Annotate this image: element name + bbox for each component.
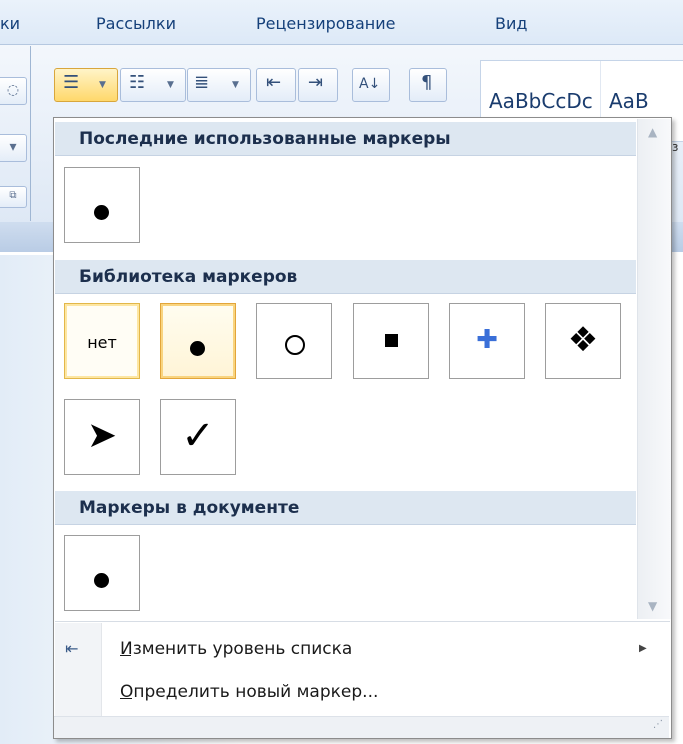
bullet-square-icon [385,334,398,347]
increase-indent-icon: ⇥ [308,72,324,93]
bullets-button[interactable]: ☰ ▼ [54,68,118,102]
multilevel-list-button[interactable]: ≣ ▼ [187,68,251,102]
none-label: нет [87,333,117,352]
scroll-up-icon[interactable]: ▲ [648,125,657,139]
numbering-button[interactable]: ☷ ▼ [120,68,186,102]
bullet-circle-icon [285,335,305,355]
resize-grip-icon[interactable]: ⋰ [653,719,663,730]
chevron-down-icon: ▼ [167,80,174,90]
bullet-none-option[interactable]: нет [64,303,140,379]
pilcrow-icon: ¶ [421,72,433,93]
bullet-diamonds-option[interactable]: ❖ [545,303,621,379]
decrease-indent-button[interactable]: ⇤ [256,68,296,102]
bullet-square-option[interactable] [353,303,429,379]
bullet-circle-option[interactable] [256,303,332,379]
document-bullet-dot[interactable] [64,535,140,611]
change-level-label: Изменить уровень списка [131,629,353,669]
bullet-arrow-icon: ➤ [86,415,118,456]
tab-mailings[interactable]: Рассылки [96,14,176,33]
resize-grip[interactable]: ⋰ [54,716,669,738]
style-partial-label: з [672,140,679,154]
tab-review[interactable]: Рецензирование [256,14,395,33]
bullet-check-option[interactable]: ✓ [160,399,236,475]
define-new-bullet-item[interactable]: О Определить новый маркер... [55,672,670,712]
define-new-accel: О [120,682,134,702]
bullet-arrow-option[interactable]: ➤ [64,399,140,475]
increase-indent-button[interactable]: ⇥ [298,68,338,102]
tab-view[interactable]: Вид [495,14,527,33]
bullet-dot-icon [94,205,109,220]
change-list-level-item[interactable]: ⇤ И Изменить уровень списка ▶ [55,629,670,669]
bullet-cross-icon: ✚ [476,325,498,355]
scroll-down-icon[interactable]: ▼ [648,599,657,613]
recent-bullet-dot[interactable] [64,167,140,243]
define-new-label: Определить новый маркер... [132,672,379,712]
change-level-icon: ⇤ [65,639,79,658]
font-button-partial[interactable]: ◌ [0,77,27,105]
bullet-dot-icon [94,573,109,588]
menu-separator [55,621,670,622]
bullet-dot-icon [190,341,205,356]
dialog-launcher-icon[interactable]: ⧉ [0,186,27,208]
bullet-cross-option[interactable]: ✚ [449,303,525,379]
bullet-diamonds-icon: ❖ [567,320,599,360]
bullets-icon: ☰ [63,72,80,93]
gallery-scrollbar[interactable]: ▲ ▼ [637,119,671,619]
sort-icon: A↓ [359,76,381,92]
multilevel-list-icon: ≣ [194,72,210,93]
document-bullets-header: Маркеры в документе [55,491,636,525]
change-level-accel: И [120,639,133,659]
recent-bullets-header: Последние использованные маркеры [55,122,636,156]
bullet-dot-option[interactable] [160,303,236,379]
numbering-icon: ☷ [129,72,146,93]
font-dropdown-partial[interactable]: ▾ [0,134,27,162]
tab-partial[interactable]: ки [0,14,20,33]
bullet-check-icon: ✓ [181,413,215,459]
bullet-library-header: Библиотека маркеров [55,260,636,294]
show-formatting-button[interactable]: ¶ [409,68,447,102]
submenu-arrow-icon: ▶ [639,643,647,654]
bullet-library-dropdown: Последние использованные маркеры Библиот… [53,117,672,739]
chevron-down-icon: ▼ [232,80,239,90]
decrease-indent-icon: ⇤ [266,72,282,93]
chevron-down-icon: ▼ [99,80,106,90]
ribbon-tab-bar: ки Рассылки Рецензирование Вид [0,0,683,45]
sort-button[interactable]: A↓ [352,68,390,102]
